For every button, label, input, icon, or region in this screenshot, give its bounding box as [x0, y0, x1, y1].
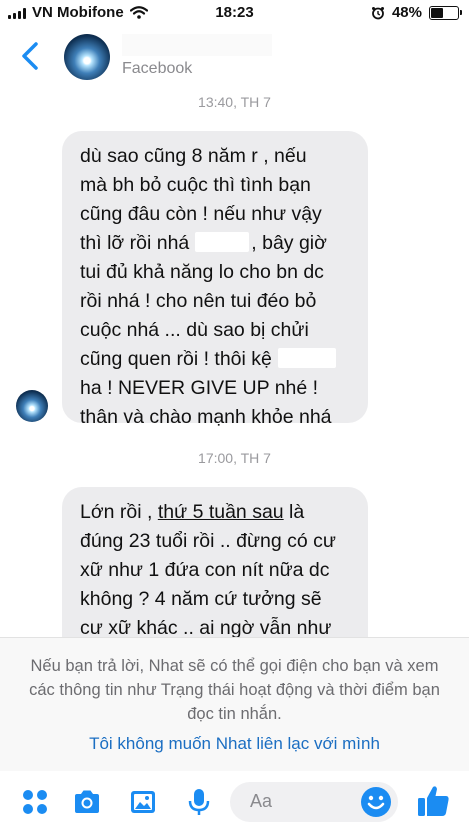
message-line: cũng quen rồi ! thôi kệ [80, 345, 352, 374]
thumbs-up-icon[interactable] [416, 783, 452, 819]
status-right: 48% [371, 4, 462, 21]
message-line: ha ! NEVER GIVE UP nhé ! [80, 377, 319, 399]
grid-icon[interactable] [20, 787, 50, 817]
message-line: cũng đâu còn ! nếu như vậy [80, 203, 322, 225]
message-bubble[interactable]: dù sao cũng 8 năm r , nếu mà bh bỏ cuộc … [62, 131, 368, 428]
message-line: thì lỡ rồi nhá , bây giờ [80, 229, 352, 258]
message-line: dù sao cũng 8 năm r , nếu [80, 145, 307, 167]
battery-icon [429, 5, 462, 20]
message-timestamp: 13:40, TH 7 [198, 94, 271, 110]
message-text: thì lỡ rồi nhá [80, 232, 190, 254]
message-line: đúng 23 tuổi rồi .. đừng có cư [80, 530, 336, 552]
composer-bar: Aa [0, 771, 469, 834]
message-timestamp: 17:00, TH 7 [198, 450, 271, 466]
battery-fill [431, 7, 443, 18]
message-input-placeholder: Aa [250, 791, 273, 811]
message-text: là [283, 501, 305, 523]
message-text: Lớn rồi , [80, 501, 158, 523]
redacted-block [195, 232, 250, 252]
message-text: , bây giờ [251, 232, 327, 254]
redacted-block [277, 348, 336, 368]
back-chevron-icon[interactable] [16, 40, 46, 72]
contact-subtitle: Facebook [122, 60, 193, 77]
sender-avatar[interactable] [16, 390, 48, 422]
conversation-header: Facebook [0, 26, 469, 90]
contact-name-redacted[interactable] [122, 34, 272, 56]
emoji-icon[interactable] [360, 786, 392, 818]
camera-icon[interactable] [72, 787, 102, 817]
notice-text: Nếu bạn trả lời, Nhat sẽ có thể gọi điện… [29, 657, 440, 723]
status-bar: VN Mobifone 18:23 48% [0, 0, 469, 26]
message-line: Lớn rồi , thứ 5 tuần sau là [80, 498, 352, 527]
message-line: rồi nhá ! cho nên tui đéo bỏ [80, 290, 317, 312]
message-line: không ? 4 năm cứ tưởng sẽ [80, 588, 322, 610]
microphone-icon[interactable] [184, 787, 214, 817]
message-request-notice: Nếu bạn trả lời, Nhat sẽ có thể gọi điện… [0, 637, 469, 772]
block-contact-link[interactable]: Tôi không muốn Nhat liên lạc với mình [0, 734, 469, 754]
message-line: tui đủ khả năng lo cho bn dc [80, 261, 324, 283]
message-text: cũng quen rồi ! thôi kệ [80, 348, 272, 370]
message-underlined-text: thứ 5 tuần sau [157, 501, 284, 523]
battery-percent: 48% [391, 4, 422, 21]
message-line: mà bh bỏ cuộc thì tình bạn [80, 174, 311, 196]
message-line: cuộc nhá ... dù sao bị chửi [80, 319, 309, 341]
message-line: xữ như 1 đứa con nít nữa dc [80, 559, 330, 581]
message-line: thân và chào mạnh khỏe nhá [80, 406, 332, 428]
contact-avatar[interactable] [64, 34, 110, 80]
photo-icon[interactable] [128, 787, 158, 817]
alarm-icon [371, 6, 384, 19]
